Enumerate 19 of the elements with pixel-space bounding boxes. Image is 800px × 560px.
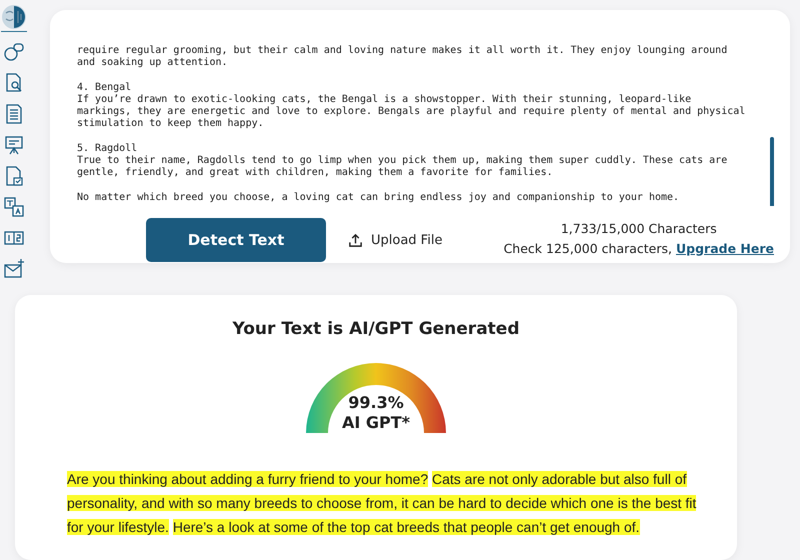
presentation-board-icon[interactable] <box>3 134 25 156</box>
text-paragraph: 5. Ragdoll True to their name, Ragdolls tend to go limp when you pick them up, making them super cuddly. These cats are gentle, friendly, and great with children, making them a favorite for families. <box>77 142 728 180</box>
result-title: Your Text is AI/GPT Generated <box>232 319 520 339</box>
gauge-percent: 99.3% <box>348 393 404 413</box>
gauge-label: AI GPT* <box>342 413 410 433</box>
chat-bubbles-icon[interactable] <box>3 41 25 63</box>
text-paragraph: require regular grooming, but their calm and loving nature makes it all worth it. They enjoy lounging around and soaking up attention. <box>77 45 728 70</box>
upgrade-link[interactable]: Upgrade Here <box>676 240 774 256</box>
character-count: 1,733/15,000 Characters <box>560 220 717 236</box>
text-paragraph: 4. Bengal If you’re drawn to exotic-looking cats, the Bengal is a showstopper. With their stunning, leopard-like markings, they are energetic and love to explore. Bengals are playful and require plenty of mental and physical stimulation to keep them happy. <box>77 82 746 131</box>
detect-text-button[interactable]: Detect Text <box>146 218 326 262</box>
text-paragraph: No matter which breed you choose, a loving cat can bring endless joy and companionship to your home. <box>77 192 680 204</box>
mail-sparkle-icon[interactable] <box>3 258 25 280</box>
upload-file-button[interactable]: Upload File <box>348 232 442 248</box>
upload-icon <box>348 232 363 248</box>
brain-logo-icon[interactable] <box>1 4 27 30</box>
scrollbar-thumb[interactable] <box>770 137 774 206</box>
upgrade-note: Check 125,000 characters, <box>504 240 672 256</box>
translate-icon[interactable] <box>3 196 25 218</box>
